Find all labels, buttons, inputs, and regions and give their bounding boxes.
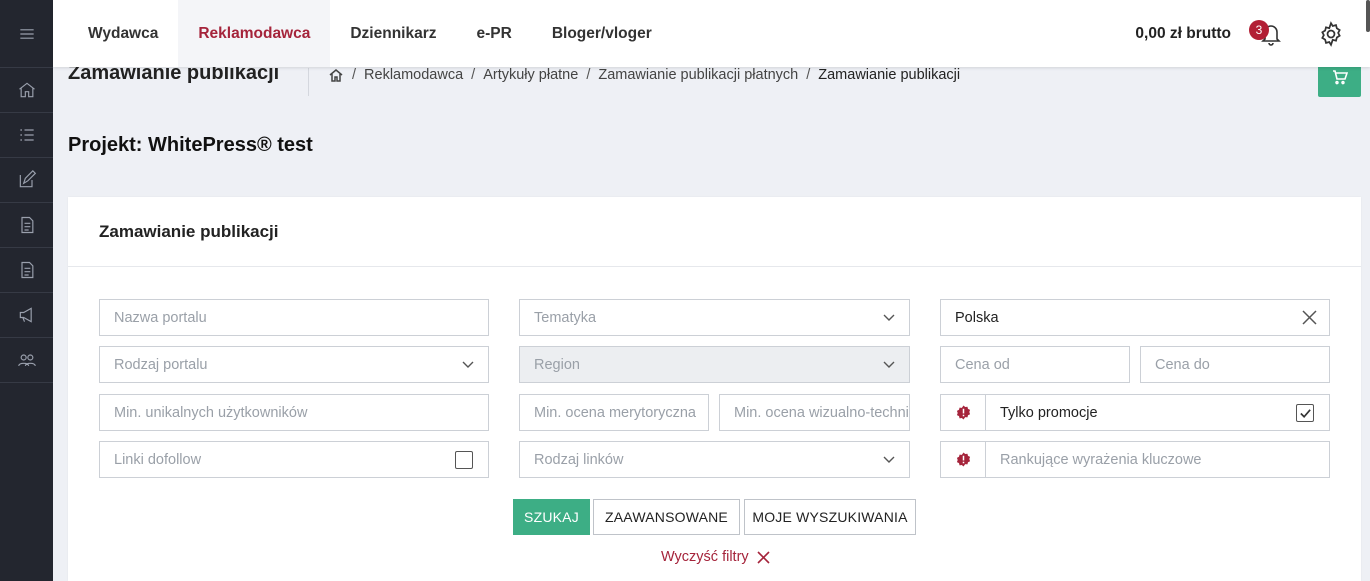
project-heading: Projekt: WhitePress® test [68,134,313,156]
keywords-input[interactable]: Rankujące wyrażenia kluczowe [985,441,1330,478]
region-placeholder: Region [534,356,580,373]
clear-country-icon[interactable] [1302,310,1317,325]
breadcrumb-separator: / [471,67,476,83]
tab-dziennikarz[interactable]: Dziennikarz [330,0,456,67]
chevron-down-icon [883,312,895,324]
card-title: Zamawianie publikacji [68,197,1361,267]
tab-epr[interactable]: e-PR [457,0,532,67]
cart-icon [1332,70,1348,85]
chevron-down-icon [462,359,474,371]
advanced-button[interactable]: ZAAWANSOWANE [593,499,740,535]
breadcrumb: / Reklamodawca / Artykuły płatne / Zamaw… [328,67,960,83]
promo-badge-icon [940,394,986,431]
document-icon[interactable] [0,203,53,248]
topic-placeholder: Tematyka [534,309,597,326]
portal-name-input[interactable]: Nazwa portalu [99,299,489,336]
breadcrumb-current: Zamawianie publikacji [818,67,961,83]
clear-filters-label: Wyczyść filtry [661,549,749,565]
title-divider [308,68,309,96]
sidebar [0,0,53,581]
chevron-down-icon [883,359,895,371]
menu-icon[interactable] [0,0,53,68]
breadcrumb-separator: / [352,67,357,83]
country-select[interactable]: Polska [940,299,1330,336]
breadcrumb-item[interactable]: Zamawianie publikacji płatnych [598,67,798,83]
breadcrumb-item[interactable]: Artykuły płatne [483,67,578,83]
portal-type-select[interactable]: Rodzaj portalu [99,346,489,383]
breadcrumb-separator: / [806,67,811,83]
users-icon[interactable] [0,338,53,383]
only-promotions-label: Tylko promocje [1000,404,1098,421]
country-value: Polska [955,309,999,326]
price-from-input[interactable]: Cena od [940,346,1130,383]
link-type-placeholder: Rodzaj linków [534,451,624,468]
dofollow-links-label: Linki dofollow [114,451,202,468]
scrollbar-thumb[interactable] [1366,0,1370,32]
document-icon[interactable] [0,248,53,293]
min-content-rating-input[interactable]: Min. ocena merytoryczna [519,394,709,431]
min-unique-users-input[interactable]: Min. unikalnych użytkowników [99,394,489,431]
my-searches-button[interactable]: MOJE WYSZUKIWANIA [744,499,916,535]
dofollow-checkbox[interactable] [455,451,473,469]
portal-type-placeholder: Rodzaj portalu [114,356,208,373]
link-type-select[interactable]: Rodzaj linków [519,441,910,478]
clear-filters-link[interactable]: Wyczyść filtry [661,549,770,565]
promo-badge-icon [940,441,986,478]
tab-wydawca[interactable]: Wydawca [68,0,178,67]
checkmark-icon [1299,408,1311,418]
megaphone-icon[interactable] [0,293,53,338]
search-button[interactable]: SZUKAJ [513,499,590,535]
min-visual-rating-input[interactable]: Min. ocena wizualno-techniczna [719,394,910,431]
tab-bloger-vloger[interactable]: Bloger/vloger [532,0,672,67]
list-icon[interactable] [0,113,53,158]
price-to-input[interactable]: Cena do [1140,346,1330,383]
breadcrumb-item[interactable]: Reklamodawca [364,67,463,83]
tab-reklamodawca[interactable]: Reklamodawca [178,0,331,67]
chevron-down-icon [883,454,895,466]
top-navigation: Wydawca Reklamodawca Dziennikarz e-PR Bl… [53,0,1370,67]
only-promotions-field[interactable]: Tylko promocje [985,394,1330,431]
home-icon[interactable] [328,67,344,83]
notification-count-badge: 3 [1249,19,1269,40]
topic-select[interactable]: Tematyka [519,299,910,336]
breadcrumb-separator: / [586,67,591,83]
only-promotions-checkbox[interactable] [1296,404,1314,422]
home-icon[interactable] [0,68,53,113]
close-icon [757,550,770,564]
region-select: Region [519,346,910,383]
cart-total-price[interactable]: 0,00 zł brutto [1135,25,1231,43]
settings-gear-icon[interactable] [1311,14,1351,54]
notifications-bell-icon[interactable]: 3 [1249,14,1291,54]
edit-icon[interactable] [0,158,53,203]
dofollow-links-field[interactable]: Linki dofollow [99,441,489,478]
